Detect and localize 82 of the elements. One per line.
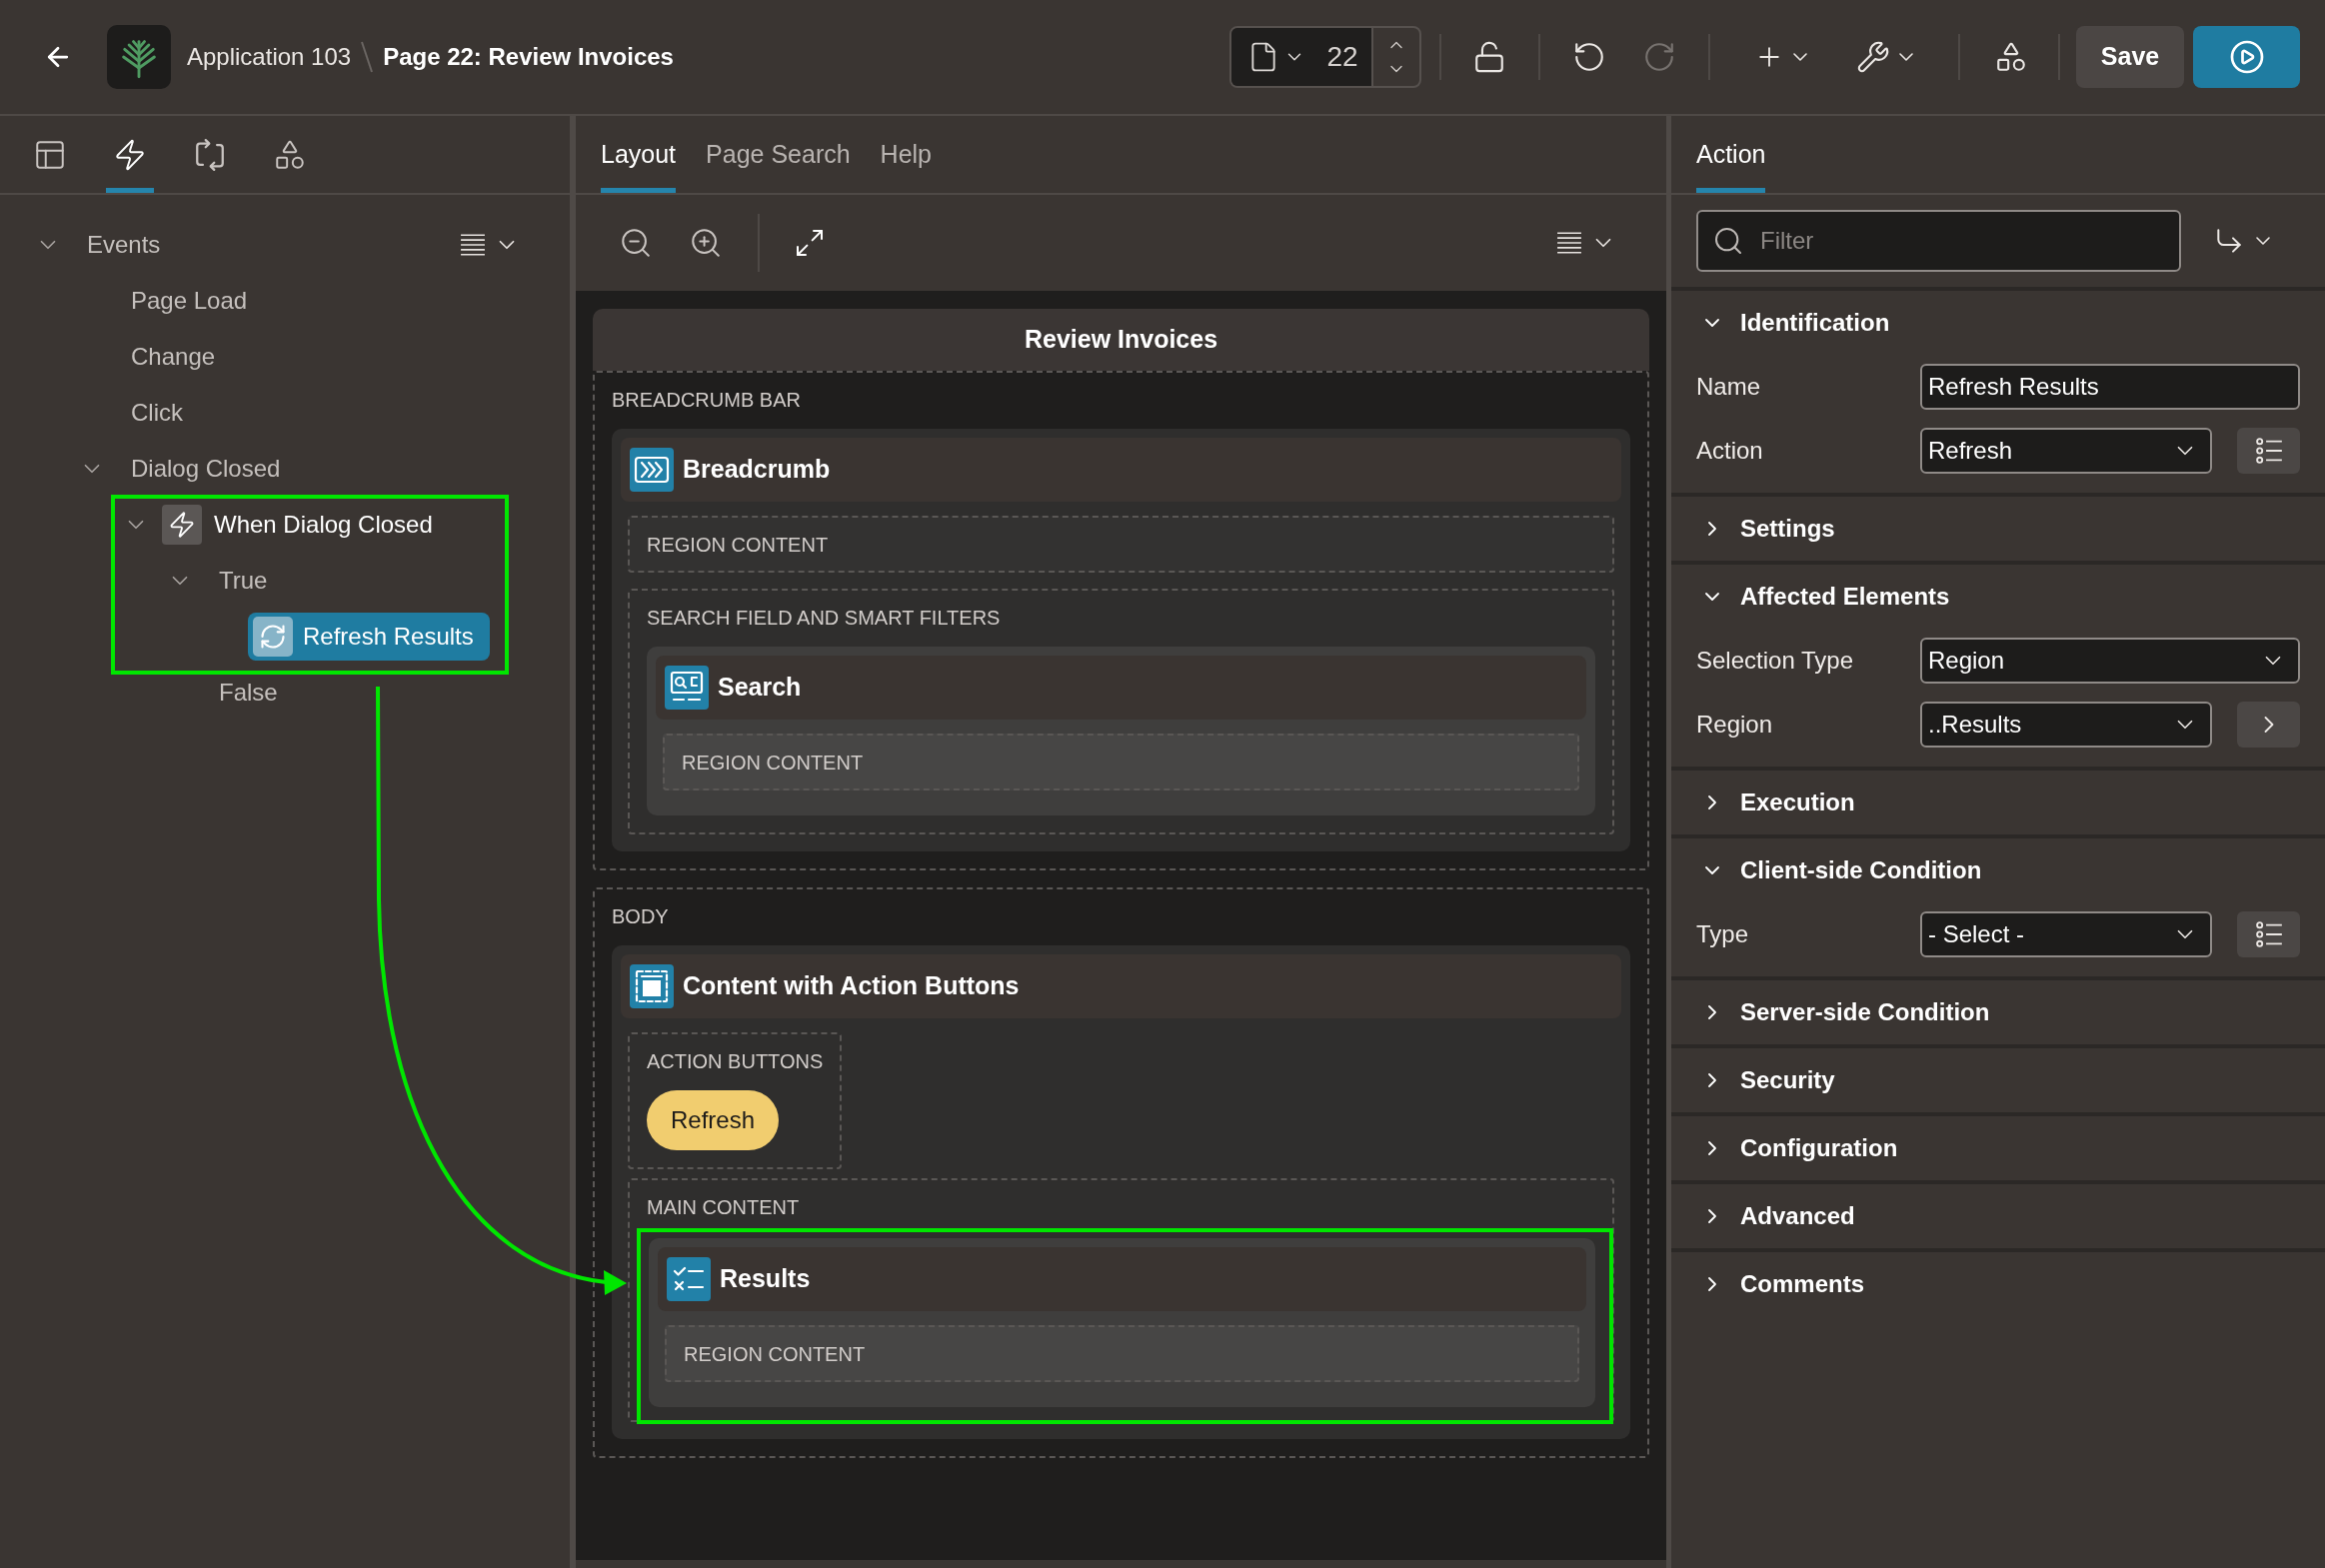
view-tab[interactable]: Help [880,116,933,193]
region-card[interactable]: Results REGION CONTENT [649,1238,1595,1407]
tree-item[interactable]: Click [131,395,183,431]
select-field[interactable]: - Select - [1920,911,2212,957]
field-label: Name [1696,372,1762,402]
position-label: BODY [612,904,670,929]
section-header[interactable]: Client-side Condition [1671,838,2325,902]
menu-icon [1556,232,1582,254]
field-label: Type [1696,919,1750,949]
section-header[interactable]: Settings [1671,497,2325,561]
slash-separator-icon [361,41,374,73]
refresh-icon [253,617,293,657]
region-title: Results [720,1263,811,1295]
list-options-button[interactable] [2237,911,2300,957]
section-header[interactable]: Configuration [1671,1116,2325,1180]
tree-item[interactable]: True [219,563,268,599]
field-label: Action [1696,436,1764,466]
select-field[interactable]: ..Results [1920,702,2212,748]
frame-icon [630,964,674,1008]
properties-tab[interactable]: Action [1696,116,1766,193]
section-header[interactable]: Advanced [1671,1184,2325,1248]
region-title: Content with Action Buttons [683,970,1020,1002]
chevrons-icon [630,448,674,492]
shapes-icon [1994,40,2028,74]
run-button[interactable] [2193,26,2300,88]
tree-item[interactable]: Change [131,339,216,375]
view-tab[interactable]: Layout [601,116,677,193]
position-label: REGION CONTENT [682,750,864,776]
section-header[interactable]: Execution [1671,771,2325,834]
view-tab[interactable]: Page Search [706,116,851,193]
position-label: SEARCH FIELD AND SMART FILTERS [647,606,1002,631]
play-icon [2228,39,2265,75]
tree-item[interactable]: False [219,675,278,711]
region-title: Breadcrumb [683,454,831,486]
select-field[interactable]: Region [1920,638,2300,684]
bolt-icon [162,505,202,545]
field-label: Selection Type [1696,646,1854,676]
select-field[interactable]: Refresh [1920,428,2212,474]
search-form-icon [665,666,709,710]
undo-icon [1572,40,1606,74]
list-icon [2254,920,2283,948]
cycle-arrows-icon [193,137,227,172]
tree-logo-icon [107,25,171,89]
tree-item[interactable]: Dialog Closed [131,451,281,487]
tree-item[interactable]: Events [87,227,161,263]
position-label: BREADCRUMB BAR [612,388,802,413]
position-label: REGION CONTENT [647,532,829,558]
position-label: ACTION BUTTONS [647,1049,824,1074]
canvas-title: Review Invoices [1024,324,1218,356]
position-label: REGION CONTENT [684,1341,866,1367]
menu-icon [460,234,486,256]
section-header[interactable]: Security [1671,1048,2325,1112]
save-button[interactable]: Save [2076,26,2184,88]
search-icon [1712,225,1744,257]
section-header[interactable]: Server-side Condition [1671,980,2325,1044]
region-title: Search [718,672,802,704]
section-header[interactable]: Identification [1671,291,2325,355]
page-button[interactable]: Refresh [647,1090,780,1150]
bolt-icon [113,137,147,172]
section-header[interactable]: Comments [1671,1252,2325,1316]
list-options-button[interactable] [2237,428,2300,474]
expand-icon [794,227,826,259]
region-card[interactable]: Breadcrumb REGION CONTENT SEARCH FIELD AND SMART FILTERS Search REGION CONTENT [612,429,1630,851]
zoom-in-icon [689,226,723,260]
tree-item[interactable]: When Dialog Closed [214,507,433,543]
app-name-link[interactable]: Application 103 [187,39,352,75]
field-label: Region [1696,710,1774,740]
zoom-out-icon [619,226,653,260]
checklist-icon [667,1257,711,1301]
tree-item[interactable]: Refresh Results [248,613,490,661]
position-label: MAIN CONTENT [647,1195,801,1220]
region-card[interactable]: Search REGION CONTENT [647,647,1595,815]
wrench-icon [1856,40,1890,74]
region-card[interactable]: Content with Action Buttons ACTION BUTTONS Refresh MAIN CONTENT Results REGION CONTENT [612,945,1630,1439]
redo-icon [1642,40,1676,74]
section-header[interactable]: Affected Elements [1671,565,2325,629]
filter-field[interactable]: Filter [1696,210,2181,272]
unlocked-padlock-icon [1472,40,1506,74]
tree-item[interactable]: Page Load [131,283,248,319]
page-title: Page 22: Review Invoices [383,42,674,72]
list-icon [2254,437,2283,465]
text-field[interactable]: Refresh Results [1920,364,2300,410]
